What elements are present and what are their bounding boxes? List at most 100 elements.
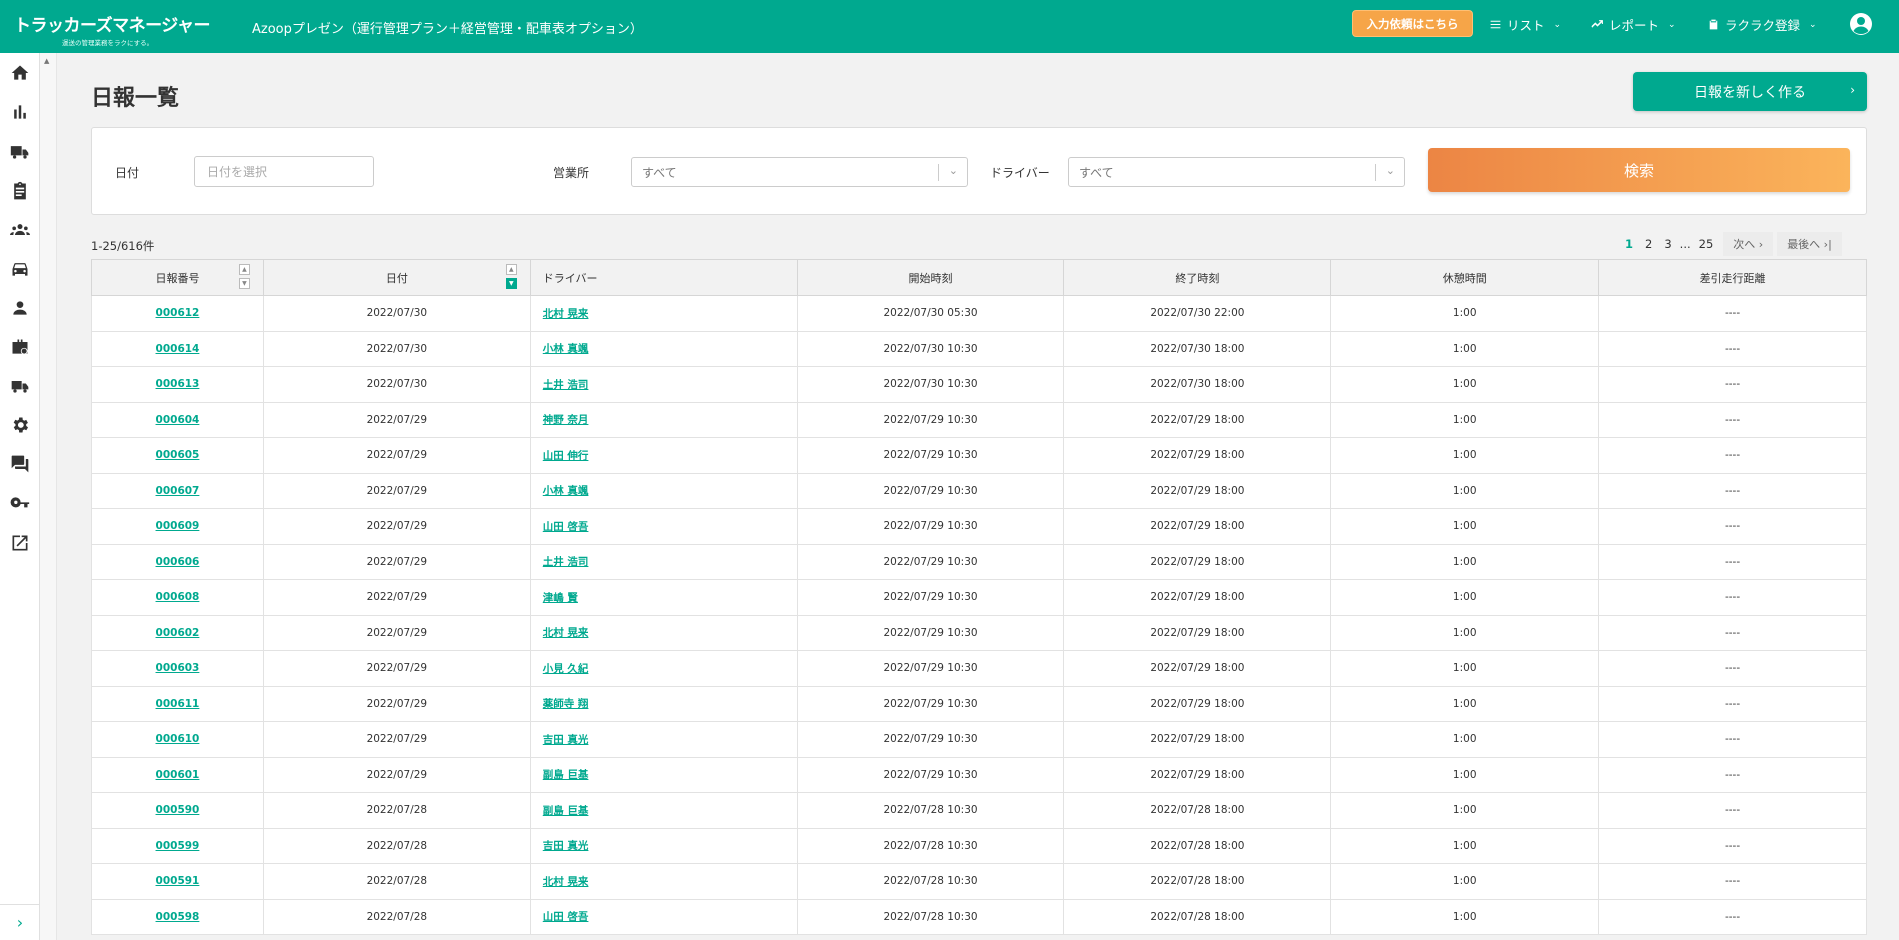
report-number-link[interactable]: 000611 [156,698,200,710]
date-cell: 2022/07/28 [262,898,531,935]
sidebar-item-cars[interactable] [9,258,31,280]
report-number-link[interactable]: 000590 [156,804,200,816]
end-time-cell: 2022/07/28 18:00 [1063,898,1332,935]
settings-icon [13,417,29,433]
date-cell: 2022/07/29 [262,401,531,438]
start-time-cell: 2022/07/29 10:30 [796,508,1065,545]
report-number-cell: 000601 [91,756,264,793]
office-select[interactable]: すべて ⌄ [631,157,968,187]
table-row: 000612 2022/07/30 北村 晃来 2022/07/30 05:30 202… [91,295,1867,332]
sidebar-item-permissions[interactable] [9,493,31,515]
driver-link[interactable]: 北村 晃来 [543,627,589,639]
distance-cell: ---- [1598,721,1867,758]
driver-link[interactable]: 土井 浩司 [543,379,589,391]
driver-link[interactable]: 薬師寺 翔 [543,698,589,710]
search-button[interactable]: 検索 [1428,148,1850,192]
report-number-link[interactable]: 000598 [156,911,200,923]
account-circle-icon[interactable] [1849,12,1873,36]
report-number-link[interactable]: 000614 [156,343,200,355]
sort-desc-icon[interactable]: ▼ [238,278,250,289]
sort-desc-icon[interactable]: ▼ [505,278,517,289]
sidebar-item-vehicles[interactable] [9,141,31,163]
easy-register-menu[interactable]: ラクラク登録 ⌄ [1707,15,1817,34]
report-number-link[interactable]: 000591 [156,875,200,887]
report-number-link[interactable]: 000606 [156,556,200,568]
end-time-cell: 2022/07/29 18:00 [1063,614,1332,651]
column-header-end-time: 終了時刻 [1063,259,1332,296]
driver-select[interactable]: すべて ⌄ [1068,157,1405,187]
sidebar-item-business[interactable] [9,336,31,358]
date-cell: 2022/07/28 [262,792,531,829]
report-number-link[interactable]: 000599 [156,840,200,852]
end-time-cell: 2022/07/30 18:00 [1063,330,1332,367]
driver-link[interactable]: 吉田 真光 [543,840,589,852]
scroll-up-icon[interactable]: ▲ [44,57,49,65]
distance-cell: ---- [1598,579,1867,616]
report-number-link[interactable]: 000612 [156,307,200,319]
sidebar-item-settings[interactable] [9,414,31,436]
report-number-link[interactable]: 000608 [156,591,200,603]
next-page-button[interactable]: 次へ › [1723,232,1774,256]
sidebar-item-external-link[interactable] [9,532,31,554]
report-number-cell: 000608 [91,579,264,616]
scrollbar[interactable]: ▲ [40,53,57,940]
report-number-link[interactable]: 000602 [156,627,200,639]
page-link-1[interactable]: 1 [1619,232,1639,256]
report-number-link[interactable]: 000604 [156,414,200,426]
driver-link[interactable]: 北村 晃来 [543,876,589,888]
sort-asc-icon[interactable]: ▲ [238,264,250,275]
start-time-cell: 2022/07/29 10:30 [796,650,1065,687]
date-picker-input[interactable]: 日付を選択 [194,156,374,187]
report-number-link[interactable]: 000609 [156,520,200,532]
sidebar-item-analytics[interactable] [9,101,31,123]
column-header-report-number[interactable]: 日報番号 ▲ ▼ [91,259,264,296]
driver-link[interactable]: 小林 真颯 [543,343,589,355]
sidebar-item-daily-reports[interactable] [9,180,31,202]
sort-asc-icon[interactable]: ▲ [505,264,517,275]
driver-link[interactable]: 神野 奈月 [543,414,589,426]
report-number-link[interactable]: 000601 [156,769,200,781]
driver-link[interactable]: 山田 啓吾 [543,911,589,923]
report-number-cell: 000610 [91,721,264,758]
date-cell: 2022/07/29 [262,721,531,758]
driver-link[interactable]: 副島 巨基 [543,769,589,781]
sidebar-item-dispatch[interactable] [9,375,31,397]
report-number-link[interactable]: 000605 [156,449,200,461]
sidebar-item-messages[interactable] [9,453,31,475]
start-time-cell: 2022/07/29 10:30 [796,437,1065,474]
break-time-cell: 1:00 [1330,437,1600,474]
driver-link[interactable]: 山田 啓吾 [543,521,589,533]
driver-link[interactable]: 北村 晃来 [543,308,589,320]
report-number-link[interactable]: 000610 [156,733,200,745]
driver-link[interactable]: 副島 巨基 [543,805,589,817]
driver-link[interactable]: 土井 浩司 [543,556,589,568]
driver-link[interactable]: 山田 伸行 [543,450,589,462]
last-page-button[interactable]: 最後へ ›| [1777,232,1842,256]
driver-link[interactable]: 津嶋 賢 [543,592,578,604]
break-time-cell: 1:00 [1330,472,1600,509]
create-report-button[interactable]: 日報を新しく作る › [1633,72,1867,111]
logo[interactable]: トラッカーズマネージャー 運送の管理業務をラクにする。 [10,11,210,47]
result-count: 1-25/616件 [91,239,155,253]
driver-cell: 吉田 真光 [529,721,798,758]
sidebar-expand-button[interactable]: › [0,904,40,940]
page-link-2[interactable]: 2 [1639,232,1658,256]
list-menu[interactable]: リスト ⌄ [1489,15,1561,34]
page-link-3[interactable]: 3 [1658,232,1677,256]
report-number-link[interactable]: 000613 [156,378,200,390]
end-time-cell: 2022/07/29 18:00 [1063,437,1332,474]
sidebar-item-drivers[interactable] [9,297,31,319]
driver-link[interactable]: 吉田 真光 [543,734,589,746]
break-time-cell: 1:00 [1330,827,1600,864]
sidebar-item-groups[interactable] [9,219,31,241]
driver-link[interactable]: 小林 真颯 [543,485,589,497]
report-number-link[interactable]: 000607 [156,485,200,497]
sidebar-item-home[interactable] [9,62,31,84]
report-number-link[interactable]: 000603 [156,662,200,674]
report-menu[interactable]: レポート ⌄ [1591,15,1676,34]
driver-link[interactable]: 小見 久紀 [543,663,589,675]
input-request-button[interactable]: 入力依頼はこちら [1352,10,1473,37]
daily-report-table: 日報番号 ▲ ▼ 日付 ▲ ▼ ドライバー 開始時刻 終了時刻 休憩時間 差引走… [91,259,1867,935]
column-header-date[interactable]: 日付 ▲ ▼ [262,259,531,296]
page-link-25[interactable]: 25 [1693,232,1720,256]
